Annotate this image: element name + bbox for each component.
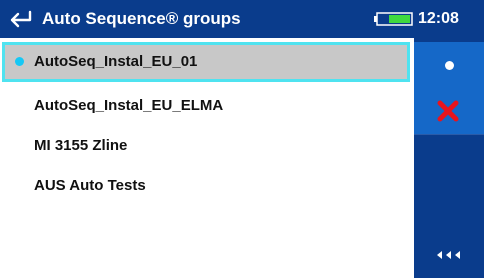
list-item[interactable]: AUS Auto Tests bbox=[0, 166, 414, 206]
select-button[interactable] bbox=[414, 42, 484, 88]
side-toolbar bbox=[414, 38, 484, 278]
list-item-label: MI 3155 Zline bbox=[34, 137, 128, 154]
list-item[interactable]: AutoSeq_Instal_EU_ELMA bbox=[0, 86, 414, 126]
battery-icon bbox=[374, 12, 413, 26]
delete-x-icon bbox=[437, 100, 459, 122]
selected-dot-icon bbox=[15, 57, 24, 66]
delete-button[interactable] bbox=[414, 88, 484, 134]
list-item-selected[interactable]: AutoSeq_Instal_EU_01 bbox=[2, 42, 410, 82]
list-item-label: AUS Auto Tests bbox=[34, 177, 146, 194]
clock: 12:08 bbox=[418, 10, 459, 27]
toolbar-divider bbox=[414, 134, 484, 135]
select-dot-icon bbox=[445, 61, 454, 70]
list-item-label: AutoSeq_Instal_EU_01 bbox=[34, 53, 198, 70]
group-list: AutoSeq_Instal_EU_01 AutoSeq_Instal_EU_E… bbox=[0, 38, 414, 278]
collapse-arrows-icon bbox=[437, 251, 460, 259]
collapse-button[interactable] bbox=[414, 232, 484, 278]
list-item-label: AutoSeq_Instal_EU_ELMA bbox=[34, 97, 224, 114]
list-item[interactable]: MI 3155 Zline bbox=[0, 126, 414, 166]
back-arrow-icon[interactable] bbox=[8, 8, 34, 30]
page-title: Auto Sequence® groups bbox=[42, 9, 241, 28]
header-bar: Auto Sequence® groups 12:08 bbox=[0, 0, 484, 38]
